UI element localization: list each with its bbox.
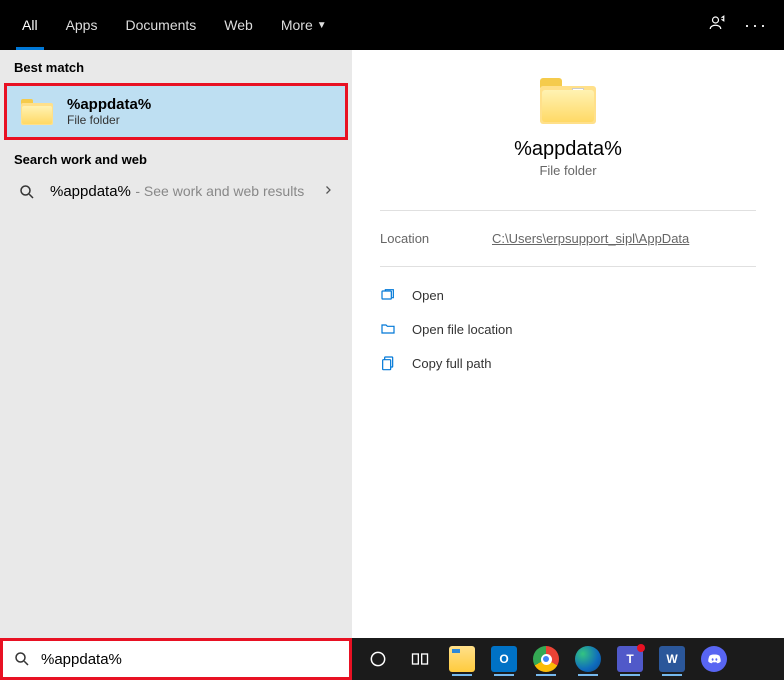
search-icon	[13, 650, 31, 668]
tab-more[interactable]: More ▼	[267, 0, 341, 50]
outlook-icon[interactable]: O	[488, 643, 520, 675]
location-label: Location	[380, 231, 452, 246]
action-label: Copy full path	[412, 356, 492, 371]
tab-label: All	[22, 17, 38, 33]
tab-all[interactable]: All	[8, 0, 52, 50]
teams-icon[interactable]: T	[614, 643, 646, 675]
tab-documents[interactable]: Documents	[111, 0, 210, 50]
search-box[interactable]	[0, 638, 352, 680]
preview-title: %appdata%	[352, 138, 784, 161]
tab-label: Web	[224, 17, 253, 33]
main-panel: Best match %appdata% File folder Search …	[0, 50, 784, 638]
taskbar: O T W	[352, 638, 784, 680]
folder-icon	[21, 99, 53, 125]
best-match-result[interactable]: %appdata% File folder	[4, 83, 348, 140]
best-match-subtitle: File folder	[67, 113, 151, 127]
chevron-right-icon	[322, 183, 334, 201]
action-label: Open file location	[412, 322, 512, 337]
action-open-location[interactable]: Open file location	[380, 315, 756, 343]
folder-open-icon	[380, 321, 396, 337]
tab-web[interactable]: Web	[210, 0, 267, 50]
tab-label: More	[281, 17, 313, 33]
best-match-text: %appdata% File folder	[67, 96, 151, 127]
preview-header: %appdata% File folder	[352, 50, 784, 192]
more-options-icon[interactable]: ···	[744, 15, 768, 36]
task-view-icon[interactable]	[404, 643, 436, 675]
edge-icon[interactable]	[572, 643, 604, 675]
open-icon	[380, 287, 396, 303]
chrome-icon[interactable]	[530, 643, 562, 675]
folder-icon	[540, 78, 596, 124]
cortana-icon[interactable]	[362, 643, 394, 675]
results-column: Best match %appdata% File folder Search …	[0, 50, 352, 638]
discord-icon[interactable]	[698, 643, 730, 675]
word-icon[interactable]: W	[656, 643, 688, 675]
chevron-down-icon: ▼	[317, 20, 327, 31]
location-row: Location C:\Users\erpsupport_sipl\AppDat…	[352, 211, 784, 266]
search-tabs: All Apps Documents Web More ▼ ···	[0, 0, 784, 50]
action-copy-path[interactable]: Copy full path	[380, 349, 756, 377]
file-explorer-icon[interactable]	[446, 643, 478, 675]
search-input[interactable]	[41, 651, 339, 668]
action-open[interactable]: Open	[380, 281, 756, 309]
web-result-hint: - See work and web results	[135, 183, 304, 199]
best-match-header: Best match	[0, 50, 352, 81]
feedback-icon[interactable]	[708, 14, 726, 37]
action-label: Open	[412, 288, 444, 303]
location-path[interactable]: C:\Users\erpsupport_sipl\AppData	[492, 231, 689, 246]
preview-subtitle: File folder	[352, 163, 784, 178]
search-web-header: Search work and web	[0, 142, 352, 173]
preview-column: %appdata% File folder Location C:\Users\…	[352, 50, 784, 638]
tab-label: Apps	[66, 17, 98, 33]
top-right-controls: ···	[708, 14, 776, 37]
web-result-row[interactable]: %appdata% - See work and web results	[0, 173, 352, 211]
search-icon	[18, 183, 36, 201]
bottom-bar: O T W	[0, 638, 784, 680]
action-list: Open Open file location Copy full path	[352, 267, 784, 391]
web-result-query: %appdata%	[50, 183, 131, 200]
copy-icon	[380, 355, 396, 371]
tab-list: All Apps Documents Web More ▼	[8, 0, 341, 50]
best-match-title: %appdata%	[67, 96, 151, 113]
tab-apps[interactable]: Apps	[52, 0, 112, 50]
tab-label: Documents	[125, 17, 196, 33]
